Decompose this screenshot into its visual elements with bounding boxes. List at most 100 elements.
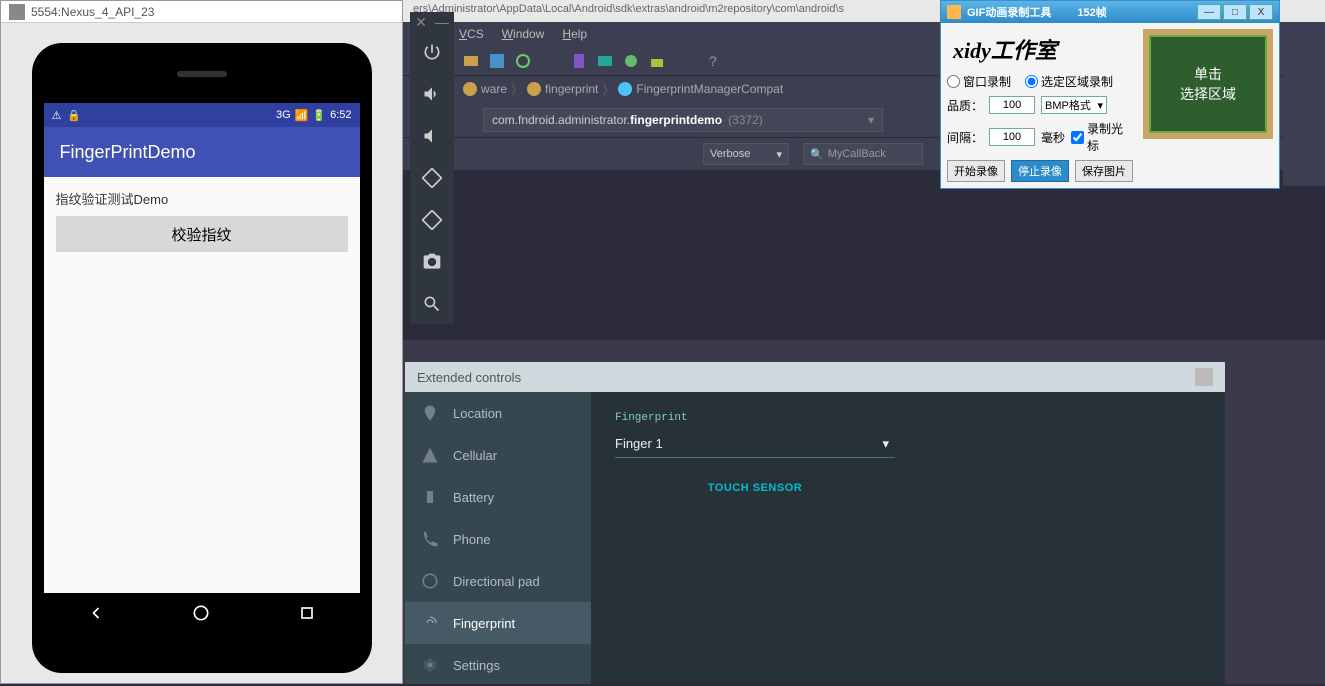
open-icon[interactable]: [463, 53, 479, 69]
folder-icon: [527, 82, 541, 96]
close-button[interactable]: X: [1249, 4, 1273, 20]
stop-record-button[interactable]: 停止录像: [1011, 160, 1069, 182]
rotate-left-icon[interactable]: [420, 166, 444, 190]
phone-speaker: [177, 71, 227, 77]
gif-logo: xidy工作室: [947, 29, 1135, 73]
sync-icon[interactable]: [515, 53, 531, 69]
run-config-select[interactable]: com.fndroid.administrator.fingerprintdem…: [483, 108, 883, 132]
breadcrumb-item[interactable]: fingerprint: [527, 82, 598, 96]
save-image-button[interactable]: 保存图片: [1075, 160, 1133, 182]
svg-text:?: ?: [709, 53, 717, 69]
format-value: BMP格式: [1045, 97, 1091, 113]
close-icon[interactable]: ✕: [415, 14, 427, 31]
breadcrumb-item[interactable]: ware: [463, 82, 507, 96]
warning-icon: ⚠: [52, 109, 62, 122]
phone-device: ⚠ 🔒 3G 📶 🔋 6:52 FingerPrintDemo 指纹验证测试De…: [32, 43, 372, 673]
gif-app-icon: [947, 5, 961, 19]
sidebar-label: Fingerprint: [453, 616, 515, 631]
extended-controls-title-bar[interactable]: Extended controls: [405, 362, 1225, 392]
extended-content: Fingerprint Finger 1 ▾ TOUCH SENSOR: [591, 392, 1225, 684]
log-level-value: Verbose: [710, 148, 750, 160]
search-value: MyCallBack: [828, 148, 886, 160]
chevron-down-icon: ▾: [1097, 99, 1103, 112]
save-icon[interactable]: [489, 53, 505, 69]
chevron-down-icon: ▾: [882, 436, 889, 452]
back-button[interactable]: [86, 603, 106, 623]
emulator-title-bar[interactable]: 5554:Nexus_4_API_23: [1, 1, 402, 23]
sidebar-label: Location: [453, 406, 502, 421]
verify-fingerprint-button[interactable]: 校验指纹: [56, 216, 348, 252]
emulator-body: ⚠ 🔒 3G 📶 🔋 6:52 FingerPrintDemo 指纹验证测试De…: [1, 23, 402, 683]
avd-icon[interactable]: [571, 53, 587, 69]
debug-icon[interactable]: [623, 53, 639, 69]
quality-label: 品质：: [947, 97, 983, 114]
quality-input[interactable]: [989, 96, 1035, 114]
checkbox-label: 录制光标: [1087, 120, 1135, 154]
fingerprint-field-label: Fingerprint: [615, 412, 1201, 424]
search-icon: 🔍: [810, 148, 824, 161]
zoom-icon[interactable]: [420, 292, 444, 316]
recents-button[interactable]: [297, 603, 317, 623]
preview-text: 单击: [1194, 64, 1222, 84]
sdk-icon[interactable]: [597, 53, 613, 69]
logcat-search[interactable]: 🔍 MyCallBack: [803, 143, 923, 165]
rotate-right-icon[interactable]: [420, 208, 444, 232]
lock-icon: 🔒: [67, 109, 81, 122]
emulator-title-text: 5554:Nexus_4_API_23: [31, 5, 154, 19]
run-pid: (3372): [728, 113, 763, 127]
dpad-icon: [421, 572, 439, 590]
sidebar-label: Cellular: [453, 448, 497, 463]
gif-title-bar[interactable]: GIF动画录制工具 152帧 — □ X: [941, 1, 1279, 23]
emulator-toolbar-top: ✕ —: [410, 12, 454, 32]
run-app-name: fingerprintdemo: [630, 113, 722, 127]
sidebar-item-cellular[interactable]: Cellular: [405, 434, 591, 476]
minimize-icon[interactable]: —: [435, 14, 449, 30]
menu-vcs[interactable]: VCS: [459, 27, 484, 41]
help-icon[interactable]: ?: [705, 53, 721, 69]
minimize-button[interactable]: —: [1197, 4, 1221, 20]
class-icon: [618, 82, 632, 96]
start-record-button[interactable]: 开始录像: [947, 160, 1005, 182]
sidebar-label: Phone: [453, 532, 491, 547]
menu-help[interactable]: Help: [562, 27, 587, 41]
android-icon[interactable]: [649, 53, 665, 69]
sidebar-item-settings[interactable]: Settings: [405, 644, 591, 686]
close-icon[interactable]: [1195, 368, 1213, 386]
location-icon: [421, 404, 439, 422]
sidebar-item-dpad[interactable]: Directional pad: [405, 560, 591, 602]
breadcrumb-label: fingerprint: [545, 82, 598, 96]
breadcrumb-item[interactable]: FingerprintManagerCompat: [618, 82, 783, 96]
battery-icon: 🔋: [312, 109, 326, 122]
maximize-button[interactable]: □: [1223, 4, 1247, 20]
cursor-checkbox[interactable]: 录制光标: [1071, 120, 1135, 154]
radio-region-record[interactable]: 选定区域录制: [1025, 73, 1113, 90]
radio-window-record[interactable]: 窗口录制: [947, 73, 1011, 90]
sidebar-label: Settings: [453, 658, 500, 673]
fingerprint-select[interactable]: Finger 1 ▾: [615, 430, 895, 458]
volume-up-icon[interactable]: [420, 82, 444, 106]
gif-preview-area[interactable]: 单击 选择区域: [1143, 29, 1273, 139]
log-level-select[interactable]: Verbose ▾: [703, 143, 789, 165]
interval-label: 间隔：: [947, 129, 983, 146]
sidebar-item-battery[interactable]: Battery: [405, 476, 591, 518]
app-title: FingerPrintDemo: [60, 142, 196, 163]
sidebar-item-fingerprint[interactable]: Fingerprint: [405, 602, 591, 644]
format-select[interactable]: BMP格式 ▾: [1041, 96, 1107, 114]
signal-3g-icon: 3G: [276, 109, 291, 121]
fingerprint-icon: [421, 614, 439, 632]
touch-sensor-button[interactable]: TOUCH SENSOR: [615, 482, 895, 494]
folder-icon: [463, 82, 477, 96]
sidebar-item-phone[interactable]: Phone: [405, 518, 591, 560]
camera-icon[interactable]: [420, 250, 444, 274]
chevron-down-icon: ▾: [868, 113, 874, 127]
volume-down-icon[interactable]: [420, 124, 444, 148]
ide-right-toolstrip[interactable]: [1283, 46, 1325, 186]
menu-window[interactable]: Window: [502, 27, 545, 41]
phone-screen[interactable]: ⚠ 🔒 3G 📶 🔋 6:52 FingerPrintDemo 指纹验证测试De…: [44, 103, 360, 633]
home-button[interactable]: [191, 603, 211, 623]
power-icon[interactable]: [420, 40, 444, 64]
preview-text: 选择区域: [1180, 84, 1236, 104]
sidebar-item-location[interactable]: Location: [405, 392, 591, 434]
android-nav-bar: [44, 593, 360, 633]
interval-input[interactable]: [989, 128, 1035, 146]
